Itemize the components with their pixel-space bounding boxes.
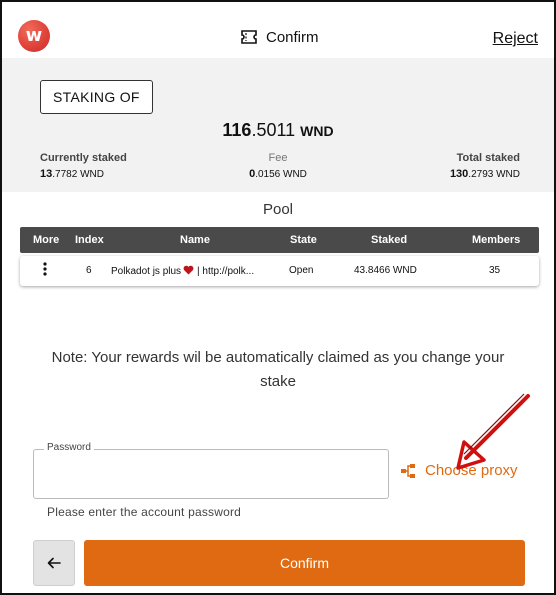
fee-value: 0.0156 WND bbox=[249, 168, 307, 180]
pool-row[interactable]: 6 Polkadot js plus | http://polk... Open … bbox=[20, 256, 539, 286]
annotation-arrow-icon bbox=[456, 393, 530, 470]
col-state: State bbox=[290, 234, 317, 246]
password-helper-text: Please enter the account password bbox=[47, 505, 242, 519]
fee: Fee 0.0156 WND bbox=[238, 152, 318, 180]
pool-name: Polkadot js plus | http://polk... bbox=[111, 265, 255, 277]
logo-letter: w bbox=[25, 25, 43, 46]
arrow-left-icon bbox=[47, 557, 61, 569]
heart-icon bbox=[183, 265, 194, 275]
header: w Confirm Reject bbox=[2, 2, 554, 58]
ticket-icon bbox=[241, 30, 257, 44]
rewards-note: Note: Your rewards wil be automatically … bbox=[51, 349, 505, 390]
total-staked: Total staked 130.2793 WND bbox=[450, 152, 520, 180]
currently-staked-value: 13.7782 WND bbox=[40, 168, 104, 180]
page-title: Confirm bbox=[266, 28, 319, 46]
col-members: Members bbox=[472, 234, 521, 246]
reject-link[interactable]: Reject bbox=[493, 30, 538, 48]
currently-staked: Currently staked 13.7782 WND bbox=[40, 152, 127, 180]
pool-staked: 43.8466 WND bbox=[354, 265, 417, 276]
confirm-button[interactable]: Confirm bbox=[84, 540, 525, 586]
password-field[interactable] bbox=[33, 449, 389, 499]
pool-section-title: Pool bbox=[262, 201, 294, 218]
col-index: Index bbox=[75, 234, 104, 246]
pool-table-header: More Index Name State Staked Members bbox=[20, 227, 539, 253]
password-label: Password bbox=[44, 442, 94, 453]
col-name: Name bbox=[180, 234, 210, 246]
pool-state: Open bbox=[289, 265, 314, 276]
stake-amount-integer: 116 bbox=[222, 120, 252, 140]
pool-index: 6 bbox=[86, 265, 92, 276]
header-title-group: Confirm bbox=[240, 26, 319, 48]
col-more: More bbox=[33, 234, 60, 246]
fee-label: Fee bbox=[268, 152, 288, 164]
wallet-logo-icon: w bbox=[18, 20, 50, 52]
more-options-icon[interactable] bbox=[43, 262, 47, 276]
currently-staked-label: Currently staked bbox=[40, 152, 127, 164]
stake-amount: 116.5011 WND bbox=[2, 120, 554, 141]
col-staked: Staked bbox=[371, 234, 408, 246]
staking-summary: STAKING OF 116.5011 WND Currently staked… bbox=[2, 58, 554, 192]
staking-type-badge: STAKING OF bbox=[40, 80, 153, 114]
total-staked-label: Total staked bbox=[456, 152, 520, 164]
total-staked-value: 130.2793 WND bbox=[449, 168, 520, 180]
password-input[interactable] bbox=[34, 450, 388, 498]
stake-amount-unit: WND bbox=[300, 123, 334, 139]
proxy-tree-icon bbox=[401, 463, 415, 478]
back-button[interactable] bbox=[33, 540, 75, 586]
stake-amount-decimal: .5011 bbox=[251, 120, 296, 140]
pool-members: 35 bbox=[489, 265, 501, 276]
